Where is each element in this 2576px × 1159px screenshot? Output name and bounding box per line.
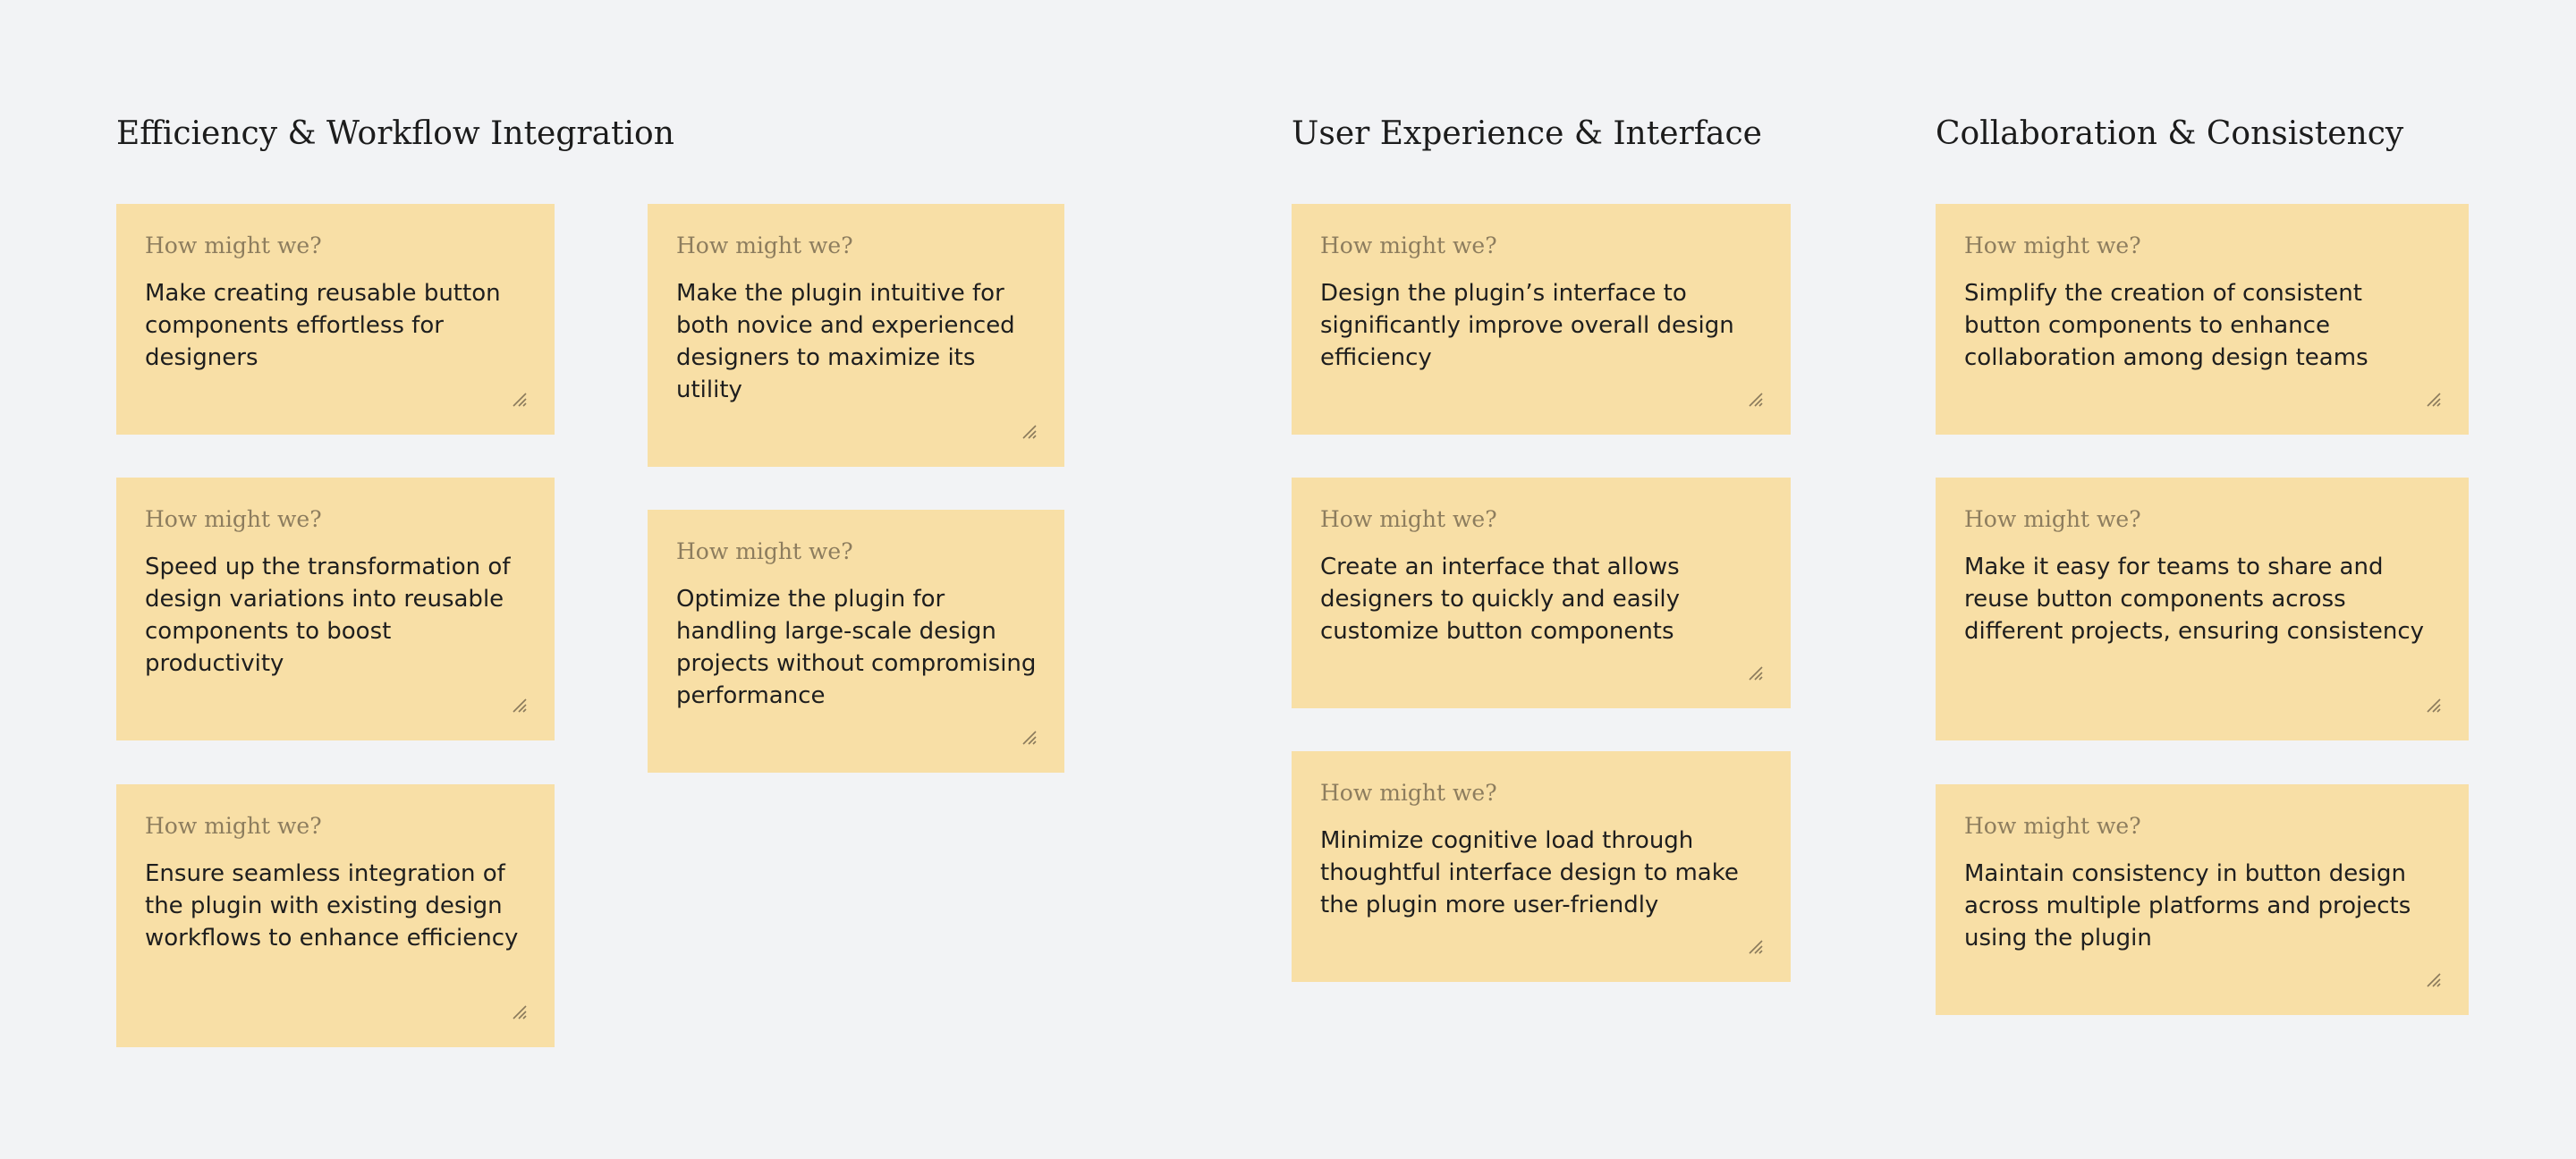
group-title-collaboration-consistency: Collaboration & Consistency xyxy=(1936,115,2404,152)
sticky-note-prompt: How might we? xyxy=(1320,506,1497,532)
resize-grip-icon[interactable] xyxy=(1746,390,1764,408)
sticky-note-prompt: How might we? xyxy=(676,233,853,258)
sticky-note[interactable]: How might we? Optimize the plugin for ha… xyxy=(648,510,1064,773)
sticky-note-text: Make it easy for teams to share and reus… xyxy=(1964,554,2425,645)
sticky-note[interactable]: How might we? Minimize cognitive load th… xyxy=(1292,751,1791,982)
sticky-note-text: Simplify the creation of consistent butt… xyxy=(1964,280,2368,371)
sticky-note-text: Create an interface that allows designer… xyxy=(1320,554,1681,645)
sticky-note-prompt: How might we? xyxy=(1320,780,1497,806)
sticky-note-text: Maintain consistency in button design ac… xyxy=(1964,860,2411,952)
sticky-note-text: Ensure seamless integration of the plugi… xyxy=(145,860,519,952)
group-title-efficiency-workflow: Efficiency & Workflow Integration xyxy=(116,115,674,152)
sticky-note[interactable]: How might we? Make the plugin intuitive … xyxy=(648,204,1064,467)
sticky-note-prompt: How might we? xyxy=(676,538,853,564)
sticky-note-prompt: How might we? xyxy=(145,506,322,532)
sticky-note-prompt: How might we? xyxy=(1964,813,2141,839)
sticky-note-text: Make creating reusable button components… xyxy=(145,280,501,371)
resize-grip-icon[interactable] xyxy=(1020,422,1038,440)
sticky-note-text: Speed up the transformation of design va… xyxy=(145,554,511,677)
group-title-user-experience: User Experience & Interface xyxy=(1292,115,1762,152)
resize-grip-icon[interactable] xyxy=(2424,970,2442,988)
sticky-note[interactable]: How might we? Simplify the creation of c… xyxy=(1936,204,2469,435)
sticky-note[interactable]: How might we? Design the plugin’s interf… xyxy=(1292,204,1791,435)
resize-grip-icon[interactable] xyxy=(1020,728,1038,746)
sticky-note[interactable]: How might we? Make it easy for teams to … xyxy=(1936,478,2469,740)
resize-grip-icon[interactable] xyxy=(2424,390,2442,408)
sticky-note[interactable]: How might we? Ensure seamless integratio… xyxy=(116,784,555,1047)
sticky-note-text: Make the plugin intuitive for both novic… xyxy=(676,280,1015,403)
resize-grip-icon[interactable] xyxy=(510,390,528,408)
resize-grip-icon[interactable] xyxy=(1746,937,1764,955)
sticky-note-prompt: How might we? xyxy=(145,233,322,258)
sticky-note-prompt: How might we? xyxy=(1964,233,2141,258)
sticky-note[interactable]: How might we? Maintain consistency in bu… xyxy=(1936,784,2469,1015)
sticky-note-text: Minimize cognitive load through thoughtf… xyxy=(1320,827,1739,918)
sticky-note-text: Design the plugin’s interface to signifi… xyxy=(1320,280,1734,371)
resize-grip-icon[interactable] xyxy=(2424,696,2442,714)
sticky-note[interactable]: How might we? Create an interface that a… xyxy=(1292,478,1791,708)
sticky-note-prompt: How might we? xyxy=(1320,233,1497,258)
sticky-note[interactable]: How might we? Speed up the transformatio… xyxy=(116,478,555,740)
resize-grip-icon[interactable] xyxy=(510,1002,528,1020)
resize-grip-icon[interactable] xyxy=(510,696,528,714)
sticky-note-text: Optimize the plugin for handling large-s… xyxy=(676,586,1037,709)
resize-grip-icon[interactable] xyxy=(1746,664,1764,681)
sticky-note[interactable]: How might we? Make creating reusable but… xyxy=(116,204,555,435)
sticky-note-prompt: How might we? xyxy=(145,813,322,839)
sticky-note-prompt: How might we? xyxy=(1964,506,2141,532)
